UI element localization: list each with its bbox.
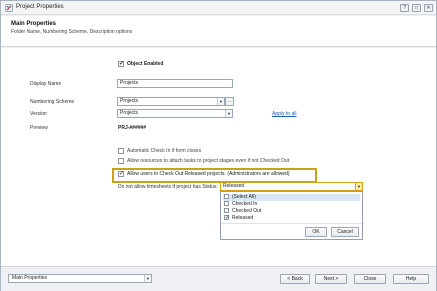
auto-checkin-check-icon[interactable] <box>118 148 124 154</box>
status-option-released[interactable]: Released <box>224 214 254 222</box>
allow-attach-checkbox[interactable]: Allow resources to attach tasks to proje… <box>118 158 289 166</box>
auto-checkin-checkbox[interactable]: Automatic Check In if form closes <box>118 148 201 156</box>
chevron-down-icon[interactable]: ▼ <box>225 110 232 117</box>
allow-checkout-checkbox[interactable]: Allow users to Check Out Released projec… <box>118 170 290 179</box>
status-option-label: (Select All) <box>232 194 256 200</box>
checked-in-check-icon[interactable] <box>224 201 229 207</box>
status-option-checked-in[interactable]: Checked In <box>224 201 257 208</box>
version-value: Projects <box>120 110 139 116</box>
status-option-label: Released <box>232 215 254 221</box>
page-navigator-select[interactable]: Main Properties ▼ <box>8 274 152 283</box>
preview-label: Preview <box>30 125 48 131</box>
allow-attach-label: Allow resources to attach tasks to proje… <box>127 158 290 164</box>
numbering-scheme-browse-button[interactable]: … <box>225 97 234 106</box>
project-properties-window: Project Properties ? □ ✕ Main Properties… <box>0 0 437 291</box>
window-title: Project Properties <box>16 4 64 10</box>
page-subtitle: Folder Name, Numbering Scheme, Descripti… <box>11 29 133 35</box>
back-button[interactable]: < Back <box>280 274 310 284</box>
popup-cancel-button[interactable]: Cancel <box>331 227 359 237</box>
help-icon[interactable]: ? <box>400 4 409 12</box>
numbering-scheme-label: Numbering Scheme <box>30 99 75 105</box>
display-name-label: Display Name <box>30 81 62 87</box>
status-option-select-all[interactable]: (Select All) <box>223 194 360 201</box>
next-button[interactable]: Next > <box>315 274 347 284</box>
chevron-down-icon[interactable]: ▼ <box>144 275 151 282</box>
maximize-icon[interactable]: □ <box>412 4 421 12</box>
popup-ok-button[interactable]: OK <box>305 227 327 237</box>
status-dropdown-popup: (Select All) Checked In Checked Out Rele… <box>220 191 363 240</box>
auto-checkin-label: Automatic Check In if form closes <box>127 148 202 154</box>
version-select[interactable]: Projects ▼ <box>117 109 233 118</box>
help-button[interactable]: Help <box>393 274 429 284</box>
object-enabled-label: Object Enabled <box>127 61 164 67</box>
numbering-scheme-value: Projects <box>120 98 139 104</box>
version-label: Version <box>30 111 47 117</box>
title-bar: Project Properties ? □ ✕ <box>1 1 436 15</box>
page-navigator-value: Main Properties <box>12 275 48 281</box>
allow-attach-check-icon[interactable] <box>118 158 124 164</box>
chevron-down-icon[interactable]: ▼ <box>217 98 224 105</box>
page-title: Main Properties <box>11 21 57 27</box>
allow-checkout-check-icon[interactable] <box>118 170 124 177</box>
checked-out-check-icon[interactable] <box>224 208 229 214</box>
released-check-icon[interactable] <box>224 214 230 221</box>
chevron-down-icon[interactable]: ▼ <box>355 183 362 190</box>
object-enabled-checkbox[interactable]: Object Enabled <box>118 60 164 69</box>
timesheet-status-value: Released <box>223 183 245 189</box>
popup-divider <box>221 223 362 224</box>
close-button[interactable]: Close <box>354 274 386 284</box>
object-enabled-check-icon[interactable] <box>118 60 124 67</box>
footer-bar: Main Properties ▼ < Back Next > Close He… <box>1 266 436 291</box>
status-option-label: Checked In <box>232 201 258 207</box>
app-icon <box>5 4 13 12</box>
close-icon[interactable]: ✕ <box>424 4 433 12</box>
main-content: Object Enabled Display Name Projects Num… <box>1 48 436 266</box>
preview-value: PRJ-###### <box>118 125 147 131</box>
select-all-check-icon[interactable] <box>224 194 229 200</box>
page-header: Main Properties Folder Name, Numbering S… <box>1 16 436 47</box>
display-name-input[interactable]: Projects <box>117 79 233 88</box>
status-option-label: Checked Out <box>232 208 262 214</box>
timesheet-status-select[interactable]: Released ▼ <box>220 182 363 191</box>
numbering-scheme-select[interactable]: Projects ▼ <box>117 97 225 106</box>
timesheet-status-label: Do not allow timesheets if project has S… <box>118 184 218 190</box>
apply-to-all-link[interactable]: Apply to all <box>272 111 296 117</box>
allow-checkout-label: Allow users to Check Out Released projec… <box>127 171 290 177</box>
